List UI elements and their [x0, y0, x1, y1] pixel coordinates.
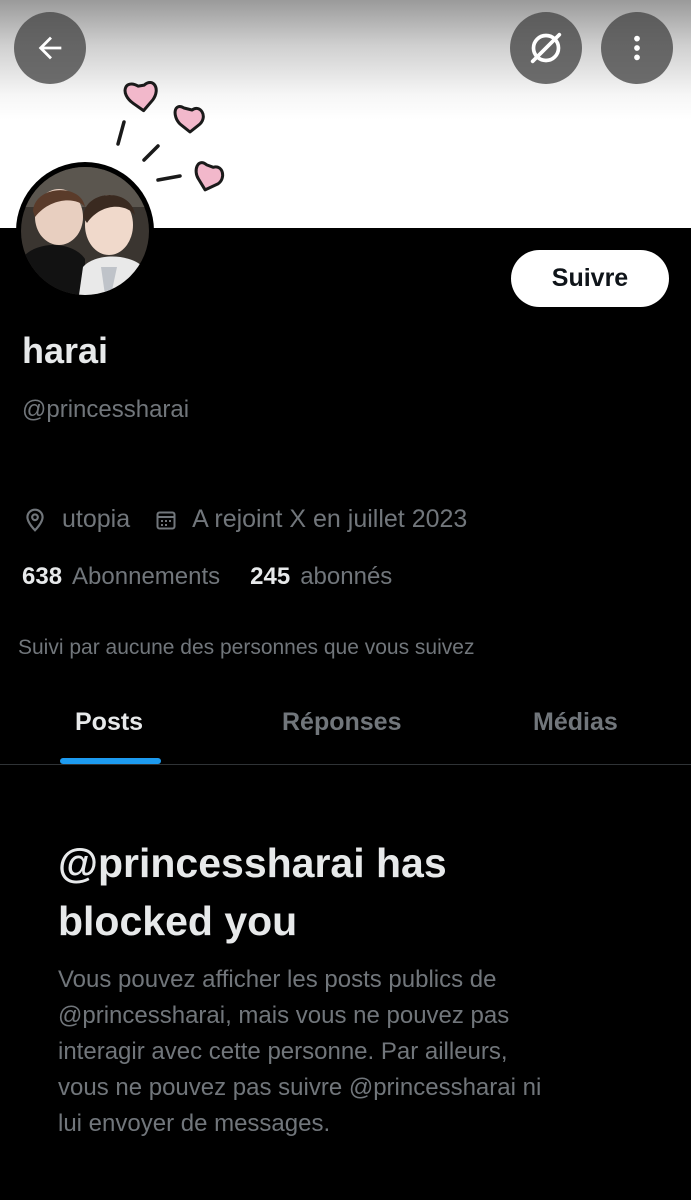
profile-page: Suivre harai @princessharai utopia A rej…: [0, 0, 691, 1200]
blocked-description-line: vous ne pouvez pas suivre @princessharai…: [58, 1074, 542, 1101]
tabs-divider: [0, 764, 691, 765]
tab-posts[interactable]: Posts: [75, 708, 143, 737]
followers-count: 245: [250, 563, 291, 590]
followed-by-text: Suivi par aucune des personnes que vous …: [18, 636, 475, 659]
blocked-title-line: blocked you: [58, 898, 298, 944]
profile-tabs: Posts Réponses Médias: [0, 690, 691, 766]
following-stat[interactable]: 638 Abonnements: [22, 563, 220, 591]
back-button[interactable]: [14, 12, 86, 84]
followers-stat[interactable]: 245 abonnés: [250, 563, 392, 591]
avatar-photo: [21, 167, 149, 295]
tab-replies[interactable]: Réponses: [282, 708, 401, 737]
vertical-dots-icon: [634, 35, 640, 61]
blocked-title: @princessharai has blocked you: [58, 834, 618, 950]
joined-date: A rejoint X en juillet 2023: [154, 505, 467, 534]
follow-button[interactable]: Suivre: [511, 250, 669, 307]
blocked-description-line: lui envoyer de messages.: [58, 1110, 331, 1137]
blocked-description-line: interagir avec cette personne. Par aille…: [58, 1038, 508, 1065]
blocked-description-line: @princessharai, mais vous ne pouvez pas: [58, 1002, 510, 1029]
profile-meta: utopia A rejoint X en juillet 2023: [22, 505, 467, 534]
display-name: harai: [22, 330, 109, 371]
blocked-description-line: Vous pouvez afficher les posts publics d…: [58, 966, 497, 993]
blocked-description: Vous pouvez afficher les posts publics d…: [58, 962, 628, 1142]
location-text: utopia: [62, 505, 131, 533]
follow-stats: 638 Abonnements 245 abonnés: [22, 563, 392, 591]
arrow-left-icon: [38, 36, 62, 60]
avatar[interactable]: [16, 162, 154, 300]
followers-label: abonnés: [300, 563, 393, 590]
following-label: Abonnements: [72, 563, 221, 590]
calendar-icon: [156, 511, 176, 529]
tab-media[interactable]: Médias: [533, 708, 618, 737]
blocked-status-button[interactable]: [510, 12, 582, 84]
joined-text: A rejoint X en juillet 2023: [192, 505, 468, 533]
following-count: 638: [22, 563, 63, 590]
more-options-button[interactable]: [601, 12, 673, 84]
location: utopia: [22, 505, 130, 534]
profile-handle: @princessharai: [22, 396, 190, 423]
map-pin-icon: [26, 508, 44, 532]
slashed-circle-icon: [530, 32, 562, 64]
blocked-title-line: @princessharai has: [58, 840, 447, 886]
